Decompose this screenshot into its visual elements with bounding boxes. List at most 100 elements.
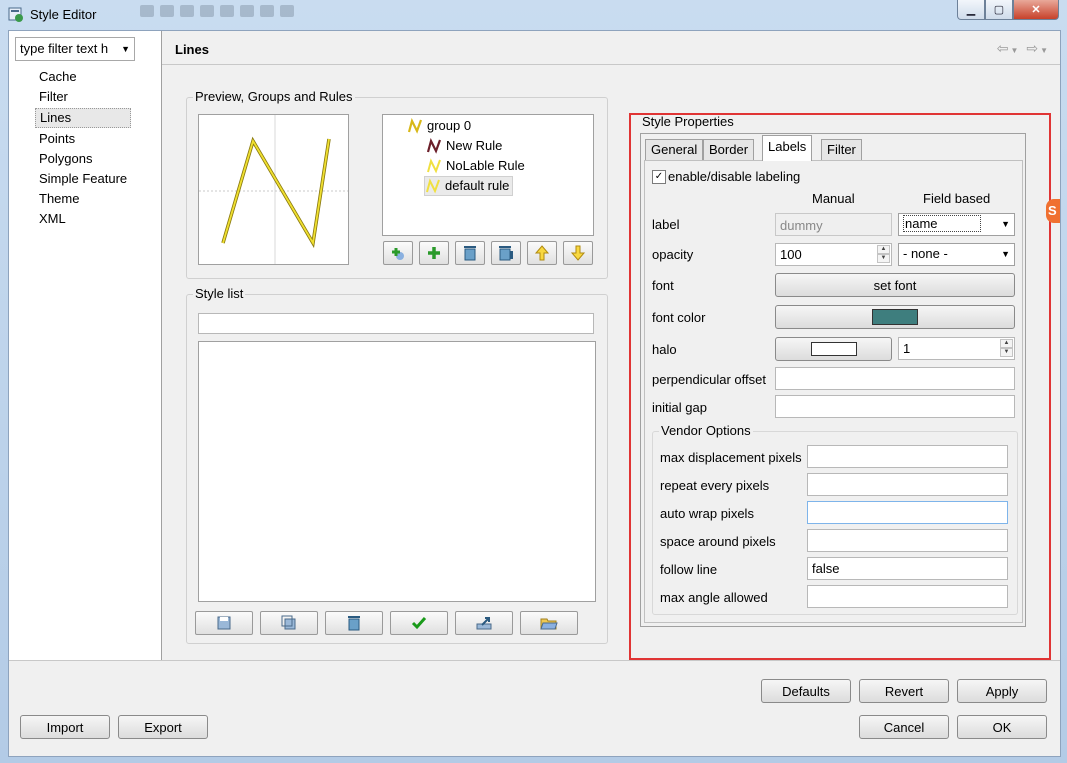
title-divider xyxy=(162,64,1060,65)
maximize-button[interactable]: ▢ xyxy=(985,0,1013,20)
arrow-up-icon xyxy=(534,245,550,261)
delete-rule-button[interactable] xyxy=(455,241,485,265)
spin-up-icon[interactable]: ▲ xyxy=(877,245,890,254)
apply-style-button[interactable] xyxy=(390,611,448,635)
sidebar-item-xml[interactable]: XML xyxy=(35,209,131,229)
close-button[interactable]: ✕ xyxy=(1013,0,1059,20)
preview-canvas xyxy=(199,115,348,264)
add-group-icon xyxy=(392,248,404,260)
delete-style-button[interactable] xyxy=(325,611,383,635)
export-button[interactable]: Export xyxy=(118,715,208,739)
font-row-label: font xyxy=(652,278,674,293)
opacity-field-select[interactable]: - none - ▼ xyxy=(898,243,1015,266)
font-color-row-label: font color xyxy=(652,310,706,325)
background-toolbar-icons xyxy=(140,5,360,21)
sidebar-item-cache[interactable]: Cache xyxy=(35,67,131,87)
add-group-button[interactable] xyxy=(383,241,413,265)
enable-labeling-checkbox[interactable]: ✓ xyxy=(652,170,666,184)
move-up-button[interactable] xyxy=(527,241,557,265)
add-rule-button[interactable] xyxy=(419,241,449,265)
tree-rule-label: New Rule xyxy=(446,138,503,153)
spin-up-icon[interactable]: ▲ xyxy=(1000,339,1013,348)
side-badge-icon: S xyxy=(1046,199,1060,223)
halo-radius-spinner[interactable]: 1 ▲ ▼ xyxy=(898,337,1015,360)
max-angle-input[interactable] xyxy=(807,585,1008,608)
cancel-button[interactable]: Cancel xyxy=(859,715,949,739)
sidebar-item-lines[interactable]: Lines xyxy=(35,108,132,128)
style-list-search-input[interactable] xyxy=(198,313,594,334)
tab-filter[interactable]: Filter xyxy=(821,139,862,160)
window-title: Style Editor xyxy=(30,7,97,22)
trash-icon xyxy=(464,246,476,261)
tree-rule-default[interactable]: default rule xyxy=(424,176,514,196)
vendor-options-label: Vendor Options xyxy=(659,423,753,438)
halo-radius-value: 1 xyxy=(903,341,911,356)
set-font-button[interactable]: set font xyxy=(775,273,1015,297)
halo-row-label: halo xyxy=(652,342,677,357)
minimize-button[interactable]: ▁ xyxy=(957,0,985,20)
sidebar-item-filter[interactable]: Filter xyxy=(35,87,131,107)
tab-border[interactable]: Border xyxy=(703,139,755,160)
label-manual-input[interactable]: dummy xyxy=(775,213,892,236)
tab-labels[interactable]: Labels xyxy=(762,135,813,161)
halo-color-button[interactable] xyxy=(775,337,892,361)
open-style-button[interactable] xyxy=(520,611,578,635)
forward-arrow-icon[interactable]: ⇨ xyxy=(1026,40,1040,56)
default-rule-icon xyxy=(426,178,440,194)
enable-labeling-label: enable/disable labeling xyxy=(668,169,801,184)
forward-menu-icon[interactable]: ▼ xyxy=(1040,46,1050,55)
main-content: Lines ⇦▼ ⇨▼ Preview, Groups and Rules gr… xyxy=(162,31,1060,660)
spin-down-icon[interactable]: ▼ xyxy=(1000,348,1013,357)
group-rule-icon xyxy=(407,118,423,134)
import-button[interactable]: Import xyxy=(20,715,110,739)
back-menu-icon[interactable]: ▼ xyxy=(1011,46,1021,55)
max-displacement-label: max displacement pixels xyxy=(660,450,802,465)
max-displacement-input[interactable] xyxy=(807,445,1008,468)
filter-input[interactable]: type filter text h ▼ xyxy=(15,37,135,61)
new-rule-icon xyxy=(426,138,442,154)
trash-icon xyxy=(348,616,360,631)
tree-rule-nolable[interactable]: NoLable Rule xyxy=(426,157,525,175)
initial-gap-input[interactable] xyxy=(775,395,1015,418)
app-icon xyxy=(8,7,23,22)
title-bar: Style Editor ▁ ▢ ✕ xyxy=(0,0,1067,30)
sidebar-item-polygons[interactable]: Polygons xyxy=(35,149,131,169)
save-as-style-button[interactable] xyxy=(260,611,318,635)
move-down-button[interactable] xyxy=(563,241,593,265)
defaults-button[interactable]: Defaults xyxy=(761,679,851,703)
follow-line-label: follow line xyxy=(660,562,718,577)
export-style-button[interactable] xyxy=(455,611,513,635)
save-as-icon xyxy=(281,615,296,630)
sidebar-item-theme[interactable]: Theme xyxy=(35,189,131,209)
font-color-button[interactable] xyxy=(775,305,1015,329)
tree-rule-label: NoLable Rule xyxy=(446,158,525,173)
tree-group-0[interactable]: group 0 xyxy=(407,117,471,135)
spin-down-icon[interactable]: ▼ xyxy=(877,254,890,263)
sidebar-item-points[interactable]: Points xyxy=(35,129,131,149)
auto-wrap-input[interactable] xyxy=(807,501,1008,524)
opacity-field-value: - none - xyxy=(903,246,948,261)
sidebar-item-simple-feature[interactable]: Simple Feature xyxy=(35,169,131,189)
style-list[interactable] xyxy=(198,341,596,602)
style-preview xyxy=(198,114,349,265)
footer-divider xyxy=(9,660,1060,661)
space-around-input[interactable] xyxy=(807,529,1008,552)
perpendicular-offset-label: perpendicular offset xyxy=(652,372,766,387)
save-style-button[interactable] xyxy=(195,611,253,635)
opacity-spinner[interactable]: 100 ▲ ▼ xyxy=(775,243,892,266)
back-arrow-icon[interactable]: ⇦ xyxy=(997,40,1011,56)
revert-button[interactable]: Revert xyxy=(859,679,949,703)
tab-general[interactable]: General xyxy=(645,139,704,160)
apply-button[interactable]: Apply xyxy=(957,679,1047,703)
opacity-row-label: opacity xyxy=(652,247,694,262)
chevron-down-icon[interactable]: ▼ xyxy=(121,38,130,60)
delete-all-button[interactable] xyxy=(491,241,521,265)
tree-rule-new[interactable]: New Rule xyxy=(426,137,502,155)
follow-line-input[interactable]: false xyxy=(807,557,1008,580)
repeat-every-input[interactable] xyxy=(807,473,1008,496)
tree-rule-label: default rule xyxy=(445,178,510,193)
ok-button[interactable]: OK xyxy=(957,715,1047,739)
perpendicular-offset-input[interactable] xyxy=(775,367,1015,390)
nolable-rule-icon xyxy=(427,158,441,174)
label-field-select[interactable]: name ▼ xyxy=(898,213,1015,236)
